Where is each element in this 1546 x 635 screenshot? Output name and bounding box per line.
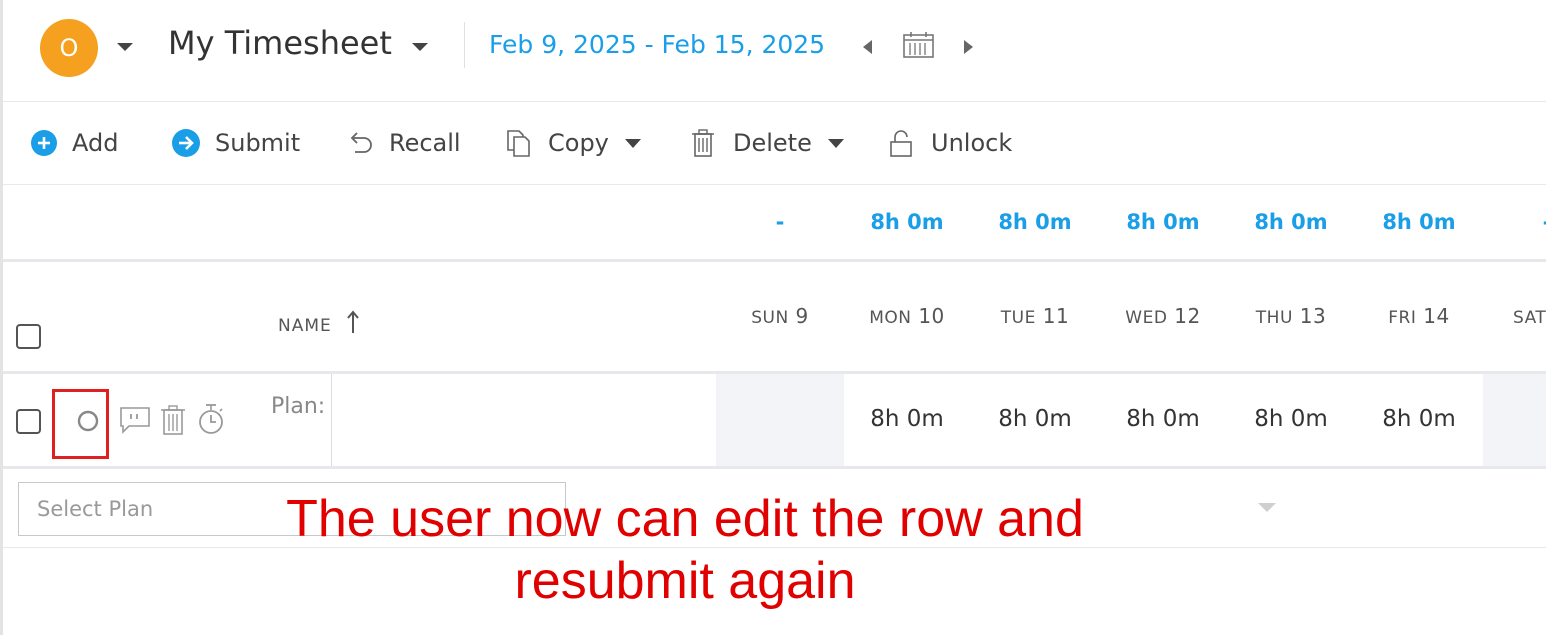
divider [3, 184, 1546, 185]
column-header-tue: TUE 11 [971, 304, 1099, 328]
delete-chevron-down-icon [827, 138, 844, 148]
day-of-week: WED [1125, 308, 1168, 328]
annotation-text: The user now can edit the row and resubm… [160, 488, 1210, 612]
next-week-icon[interactable] [964, 40, 973, 54]
hours-cell-wed[interactable]: 8h 0m [1099, 406, 1227, 432]
add-button[interactable]: Add [30, 126, 118, 160]
name-column-header[interactable]: NAME [278, 310, 360, 336]
day-of-week: FRI [1388, 308, 1417, 328]
copy-chevron-down-icon [624, 138, 641, 148]
annotation-line-1: The user now can edit the row and [286, 490, 1084, 548]
unlock-button[interactable]: Unlock [887, 126, 1012, 160]
total-fri: 8h 0m [1382, 210, 1456, 234]
copy-icon [507, 130, 530, 157]
select-all-checkbox[interactable] [16, 324, 41, 349]
weekend-cell-sat [1483, 374, 1546, 466]
total-thu: 8h 0m [1254, 210, 1328, 234]
column-header-mon: MON 10 [843, 304, 971, 328]
title-chevron-down-icon[interactable] [412, 43, 428, 51]
column-header-sun: SUN 9 [716, 304, 844, 328]
day-number: 9 [795, 304, 809, 328]
copy-label: Copy [548, 129, 609, 157]
day-number: 12 [1174, 304, 1201, 328]
day-number: 13 [1299, 304, 1327, 328]
recall-label: Recall [389, 129, 461, 157]
trash-icon [692, 129, 714, 157]
day-number: 10 [918, 304, 945, 328]
highlight-annotation-box [52, 389, 109, 459]
day-number: 11 [1042, 304, 1070, 328]
page-title[interactable]: My Timesheet [168, 24, 392, 62]
total-wed: 8h 0m [1126, 210, 1200, 234]
row-trash-icon[interactable] [160, 405, 186, 435]
unlock-icon [890, 130, 912, 157]
sort-ascending-icon[interactable] [346, 310, 360, 334]
hours-cell-mon[interactable]: 8h 0m [843, 406, 971, 432]
hours-cell-fri[interactable]: 8h 0m [1355, 406, 1483, 432]
unlock-label: Unlock [931, 129, 1013, 157]
delete-label: Delete [733, 129, 812, 157]
undo-icon [350, 132, 372, 153]
avatar-chevron-down-icon[interactable] [117, 43, 133, 51]
day-of-week: THU [1255, 308, 1293, 328]
day-number: 14 [1423, 304, 1450, 328]
hours-cell-tue[interactable]: 8h 0m [971, 406, 1099, 432]
column-header-wed: WED 12 [1099, 304, 1227, 328]
copy-button[interactable]: Copy [504, 126, 641, 160]
divider [3, 101, 1546, 102]
column-header-thu: THU 13 [1227, 304, 1355, 328]
row-plan-label: Plan: [271, 394, 326, 419]
row-checkbox[interactable] [16, 409, 41, 434]
day-of-week: SAT [1513, 308, 1546, 328]
hours-cell-thu[interactable]: 8h 0m [1227, 406, 1355, 432]
timer-icon[interactable] [196, 403, 226, 435]
recall-button[interactable]: Recall [345, 126, 461, 160]
total-sat: - [1483, 210, 1546, 234]
date-range[interactable]: Feb 9, 2025 - Feb 15, 2025 [489, 30, 825, 59]
divider [3, 259, 1546, 262]
calendar-icon[interactable] [903, 32, 934, 58]
user-avatar[interactable]: O [40, 19, 98, 77]
name-header-label: NAME [278, 316, 332, 336]
annotation-line-2: resubmit again [514, 552, 856, 610]
header: O My Timesheet Feb 9, 2025 - Feb 15, 202… [0, 0, 1546, 100]
total-mon: 8h 0m [870, 210, 944, 234]
divider [3, 466, 1546, 469]
arrow-right-circle-icon [172, 129, 200, 157]
previous-week-icon[interactable] [863, 40, 872, 54]
column-header-fri: FRI 14 [1355, 304, 1483, 328]
delete-button[interactable]: Delete [689, 126, 844, 160]
header-divider [464, 22, 465, 68]
total-sun: - [775, 210, 785, 234]
plus-circle-icon [31, 130, 57, 156]
day-of-week: MON [869, 308, 912, 328]
day-of-week: SUN [751, 308, 789, 328]
day-of-week: TUE [1000, 308, 1036, 328]
dropdown-chevron-down-icon[interactable] [1258, 503, 1276, 512]
submit-button[interactable]: Submit [171, 126, 300, 160]
add-label: Add [72, 129, 119, 157]
weekend-cell-sun [716, 374, 844, 466]
total-tue: 8h 0m [998, 210, 1072, 234]
column-header-sat: SAT [1483, 304, 1546, 328]
plan-value-field[interactable] [331, 374, 707, 466]
comment-icon[interactable] [119, 406, 151, 436]
submit-label: Submit [215, 129, 301, 157]
